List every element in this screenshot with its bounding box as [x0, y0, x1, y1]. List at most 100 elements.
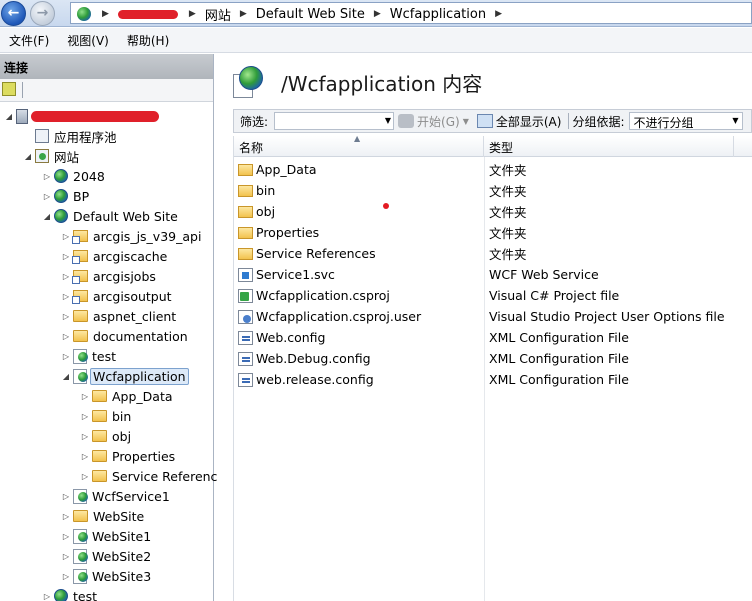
- expand-arrow-icon[interactable]: ▷: [42, 192, 52, 201]
- expand-arrow-icon[interactable]: ▷: [61, 232, 71, 241]
- content-pane: /Wcfapplication 内容 筛选: ▼ 开始(G) ▼ 全部显示(A)…: [219, 54, 752, 601]
- expand-arrow-icon[interactable]: ▷: [61, 252, 71, 261]
- file-row[interactable]: Web.Debug.config XML Configuration File: [234, 348, 752, 369]
- expand-arrow-icon[interactable]: ▷: [80, 412, 90, 421]
- file-row[interactable]: web.release.config XML Configuration File: [234, 369, 752, 390]
- file-row[interactable]: App_Data 文件夹: [234, 159, 752, 180]
- breadcrumb-separator[interactable]: ▶: [374, 9, 381, 19]
- web-app-icon: [73, 568, 88, 584]
- tree-node[interactable]: ◢ 网站: [23, 146, 81, 166]
- folder-icon: [92, 390, 107, 402]
- expand-arrow-icon[interactable]: ▷: [61, 332, 71, 341]
- tree-node[interactable]: ◢ Default Web Site: [42, 206, 180, 226]
- file-row[interactable]: Properties 文件夹: [234, 222, 752, 243]
- tree-node[interactable]: ▷ bin: [80, 406, 133, 426]
- tree-node[interactable]: ▷ WebSite: [61, 506, 146, 526]
- tree-node[interactable]: ▷ BP: [42, 186, 91, 206]
- menu-help[interactable]: 帮助(H): [121, 32, 175, 49]
- breadcrumb-item-wcfapplication[interactable]: Wcfapplication: [390, 7, 486, 22]
- expand-arrow-icon[interactable]: ▷: [80, 452, 90, 461]
- group-by-select[interactable]: 不进行分组 ▼: [628, 112, 743, 130]
- virtual-dir-icon: [72, 290, 88, 304]
- file-row[interactable]: obj 文件夹: [234, 201, 752, 222]
- breadcrumb-item-default-web-site[interactable]: Default Web Site: [256, 7, 365, 22]
- menu-view[interactable]: 视图(V): [61, 32, 115, 49]
- breadcrumb-item-sites[interactable]: 网站: [205, 5, 231, 24]
- file-name-cell: Wcfapplication.csproj.user: [238, 309, 421, 324]
- expand-arrow-icon[interactable]: ▷: [61, 292, 71, 301]
- expand-arrow-icon[interactable]: ▷: [80, 472, 90, 481]
- expand-arrow-icon[interactable]: ▷: [80, 432, 90, 441]
- expand-arrow-icon[interactable]: ▷: [61, 572, 71, 581]
- tree-node[interactable]: ▷ Properties: [80, 446, 177, 466]
- breadcrumb-separator[interactable]: ▶: [495, 9, 502, 19]
- tree-node-label: arcgiscache: [93, 248, 168, 264]
- file-row[interactable]: Service1.svc WCF Web Service: [234, 264, 752, 285]
- breadcrumb-path: ▶ ▶ 网站 ▶ Default Web Site ▶ Wcfapplicati…: [77, 5, 511, 24]
- file-row[interactable]: Wcfapplication.csproj.user Visual Studio …: [234, 306, 752, 327]
- tree-node[interactable]: ▷ WcfService1: [61, 486, 172, 506]
- tree-node-label: Wcfapplication: [90, 367, 189, 385]
- tree-node[interactable]: ▷ documentation: [61, 326, 190, 346]
- breadcrumb-separator[interactable]: ▶: [102, 9, 109, 19]
- arrow-right-icon: →: [36, 5, 49, 21]
- expand-arrow-icon[interactable]: ▷: [61, 512, 71, 521]
- globe-icon: [54, 169, 68, 183]
- breadcrumb-separator[interactable]: ▶: [189, 9, 196, 19]
- expand-arrow-icon[interactable]: ▷: [61, 352, 71, 361]
- file-row[interactable]: Service References 文件夹: [234, 243, 752, 264]
- menu-file[interactable]: 文件(F): [3, 32, 55, 49]
- tree-node[interactable]: ◢ Wcfapplication: [61, 366, 189, 386]
- tree-node[interactable]: ▷ Service Referenc: [80, 466, 219, 486]
- go-label: 开始(G): [417, 114, 460, 129]
- tree-node[interactable]: ▷ obj: [80, 426, 133, 446]
- binoculars-icon: [398, 114, 415, 128]
- breadcrumb-separator[interactable]: ▶: [240, 9, 247, 19]
- show-all-button[interactable]: 全部显示(A): [473, 113, 566, 130]
- tree-node[interactable]: ▷ arcgis_js_v39_api: [61, 226, 203, 246]
- breadcrumb[interactable]: ▶ ▶ 网站 ▶ Default Web Site ▶ Wcfapplicati…: [70, 2, 752, 24]
- expand-arrow-icon[interactable]: ▷: [61, 272, 71, 281]
- file-row[interactable]: bin 文件夹: [234, 180, 752, 201]
- tree-node[interactable]: ◢: [4, 106, 159, 126]
- go-button[interactable]: 开始(G) ▼: [394, 113, 473, 130]
- file-type: XML Configuration File: [489, 330, 629, 345]
- collapse-arrow-icon[interactable]: ◢: [23, 152, 33, 161]
- collapse-arrow-icon[interactable]: ◢: [42, 212, 52, 221]
- column-header-name[interactable]: 名称 ▲: [234, 134, 484, 157]
- tree-node[interactable]: ▷ test: [42, 586, 99, 601]
- tree-node[interactable]: ▷ WebSite1: [61, 526, 153, 546]
- expand-arrow-icon[interactable]: ▷: [42, 592, 52, 601]
- tree-node[interactable]: ▷ arcgisjobs: [61, 266, 158, 286]
- expand-arrow-icon[interactable]: ▷: [61, 552, 71, 561]
- expand-arrow-icon[interactable]: ▷: [80, 392, 90, 401]
- expand-arrow-icon[interactable]: ▷: [61, 532, 71, 541]
- tree-node[interactable]: 应用程序池: [23, 126, 119, 146]
- tree-node[interactable]: ▷ arcgisoutput: [61, 286, 174, 306]
- file-row[interactable]: Web.config XML Configuration File: [234, 327, 752, 348]
- folder-icon: [238, 184, 253, 197]
- expand-arrow-icon[interactable]: ▷: [42, 172, 52, 181]
- tree-node-label: documentation: [93, 328, 188, 344]
- collapse-arrow-icon[interactable]: ◢: [61, 372, 71, 381]
- connect-icon[interactable]: [2, 82, 16, 96]
- column-header-type[interactable]: 类型: [484, 136, 734, 157]
- tree-node[interactable]: ▷ aspnet_client: [61, 306, 178, 326]
- tree-node[interactable]: ▷ WebSite2: [61, 546, 153, 566]
- tree-node[interactable]: ▷ App_Data: [80, 386, 175, 406]
- file-row[interactable]: Wcfapplication.csproj Visual C# Project f…: [234, 285, 752, 306]
- chevron-down-icon[interactable]: ▼: [385, 116, 391, 125]
- tree-node[interactable]: ▷ test: [61, 346, 118, 366]
- back-button[interactable]: ←: [1, 1, 26, 26]
- forward-button[interactable]: →: [30, 1, 55, 26]
- chevron-down-icon[interactable]: ▼: [732, 116, 738, 125]
- web-app-icon: [73, 348, 88, 364]
- tree-node[interactable]: ▷ 2048: [42, 166, 107, 186]
- filter-input[interactable]: ▼: [274, 112, 395, 130]
- expand-arrow-icon[interactable]: ▷: [61, 492, 71, 501]
- content-header: /Wcfapplication 内容: [219, 54, 752, 106]
- tree-node[interactable]: ▷ arcgiscache: [61, 246, 169, 266]
- tree-node[interactable]: ▷ WebSite3: [61, 566, 153, 586]
- collapse-arrow-icon[interactable]: ◢: [4, 112, 14, 121]
- expand-arrow-icon[interactable]: ▷: [61, 312, 71, 321]
